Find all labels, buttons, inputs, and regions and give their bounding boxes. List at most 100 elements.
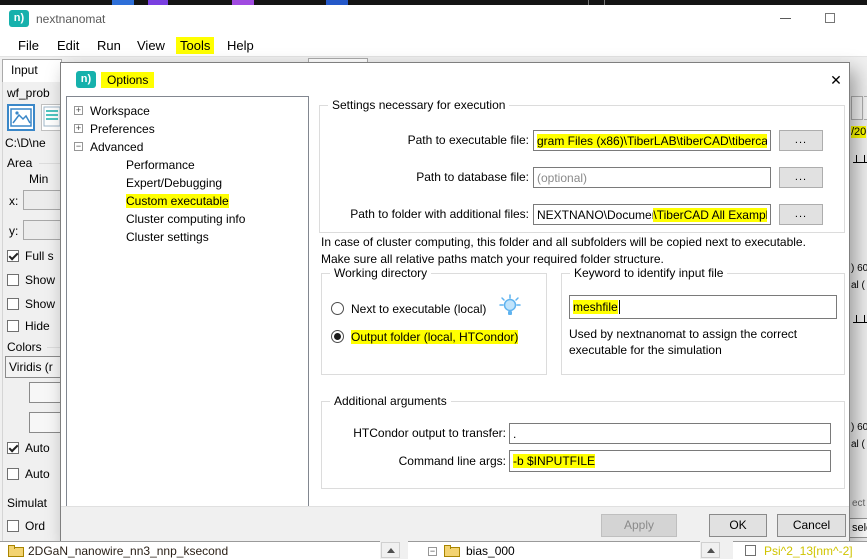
tree-item-preferences[interactable]: + Preferences (67, 121, 307, 138)
auto-checkbox-1[interactable] (7, 442, 19, 454)
working-directory-title: Working directory (330, 266, 431, 280)
document-glyph (42, 105, 62, 128)
scroll-up-icon[interactable] (381, 542, 400, 558)
options-tree: + Workspace + Preferences − Advanced Per… (66, 96, 309, 508)
toolbar-button-partial[interactable] (851, 96, 863, 120)
radio-output-folder-label[interactable]: Output folder (local, HTCondor) (351, 330, 518, 344)
colors-group-label: Colors (7, 340, 42, 354)
tree-item-label: Workspace (90, 104, 150, 118)
expand-icon[interactable]: + (74, 124, 83, 133)
image-view-icon[interactable] (7, 104, 35, 131)
collapse-icon[interactable]: − (428, 547, 437, 556)
tree-item-workspace[interactable]: + Workspace (67, 103, 307, 120)
output-check-row[interactable]: Psi^2_13[nm^-2] (733, 541, 867, 559)
menu-help[interactable]: Help (223, 37, 258, 54)
button-partial[interactable]: sele (848, 518, 867, 538)
axis-label-fragment: ) 60 (851, 263, 867, 274)
app-logo-icon: n) (9, 10, 29, 27)
scroll-up-icon[interactable] (701, 542, 720, 558)
tree-item-label-selected: Custom executable (126, 194, 229, 208)
htcondor-output-label: HTCondor output to transfer: (331, 426, 506, 440)
menu-run[interactable]: Run (93, 37, 125, 54)
close-icon[interactable]: ✕ (823, 69, 849, 91)
dialog-button-bar: Apply OK Cancel (61, 506, 849, 541)
additional-arguments-title: Additional arguments (330, 394, 451, 408)
additional-arguments-groupbox: Additional arguments (321, 401, 845, 489)
menu-view[interactable]: View (133, 37, 169, 54)
show-label-1: Show (25, 273, 55, 287)
radio-output-folder[interactable] (331, 330, 344, 343)
x-input[interactable] (23, 190, 63, 210)
tree-list-row[interactable]: − bias_000 (408, 541, 700, 559)
lightbulb-icon (499, 294, 521, 321)
order-checkbox[interactable] (7, 520, 19, 532)
dialog-title: Options (101, 72, 154, 88)
tab-input[interactable]: Input (2, 59, 62, 82)
menu-file[interactable]: File (14, 37, 43, 54)
tree-item-expert-debugging[interactable]: Expert/Debugging (67, 175, 307, 192)
footer-row: 2DGaN_nanowire_nn3_nnp_ksecond − bias_00… (0, 541, 867, 559)
tree-item-advanced[interactable]: − Advanced (67, 139, 307, 156)
exe-path-label: Path to executable file: (326, 133, 529, 147)
menu-edit[interactable]: Edit (53, 37, 83, 54)
hide-checkbox[interactable] (7, 320, 19, 332)
y-input[interactable] (23, 220, 63, 240)
browse-exe-button[interactable]: ... (779, 130, 823, 151)
color-max-input[interactable] (29, 412, 63, 433)
keyword-group-title: Keyword to identify input file (570, 266, 727, 280)
auto-label-2: Auto (25, 467, 50, 481)
color-min-input[interactable] (29, 382, 63, 403)
exe-path-input[interactable]: gram Files (x86)\TiberLAB\tiberCAD\tiber… (533, 130, 771, 151)
command-line-args-input[interactable]: -b $INPUTFILE (509, 450, 831, 472)
min-column-label: Min (29, 172, 48, 186)
folder-name: 2DGaN_nanowire_nn3_nnp_ksecond (28, 544, 228, 558)
full-scale-label: Full s (25, 249, 54, 263)
browse-folder-button[interactable]: ... (779, 204, 823, 225)
tree-item-custom-executable[interactable]: Custom executable (67, 193, 307, 210)
tree-item-label: Performance (126, 158, 195, 172)
hide-label: Hide (25, 319, 50, 333)
screen: n) nextnanomat File Edit Run View Tools … (0, 0, 867, 559)
menu-bar: File Edit Run View Tools Help (0, 33, 867, 57)
folder-icon (8, 545, 24, 557)
keyword-desc-line1: Used by nextnanomat to assign the correc… (569, 327, 797, 341)
command-line-args-value: -b $INPUTFILE (513, 454, 595, 468)
tree-item-label: Advanced (90, 140, 143, 154)
radio-next-to-executable-label[interactable]: Next to executable (local) (351, 302, 486, 316)
axis-label-fragment: ) 60 (851, 422, 867, 433)
axis-tick (856, 155, 857, 163)
htcondor-output-input[interactable]: . (509, 423, 831, 444)
ok-button[interactable]: OK (709, 514, 767, 537)
minimize-icon[interactable] (780, 18, 791, 19)
axis-label-fragment: al ( (851, 280, 865, 291)
menu-tools[interactable]: Tools (176, 37, 214, 54)
show-checkbox-2[interactable] (7, 298, 19, 310)
show-checkbox-1[interactable] (7, 274, 19, 286)
command-line-args-label: Command line args: (331, 454, 506, 468)
colormap-select[interactable]: Viridis (r (5, 356, 63, 378)
full-scale-checkbox[interactable] (7, 250, 19, 262)
tree-item-cluster-computing-info[interactable]: Cluster computing info (67, 211, 307, 228)
folder-path-input[interactable]: NEXTNANO\Documents\TiberCAD All Examples (533, 204, 771, 225)
simulation-group-label: Simulat (7, 496, 47, 510)
cluster-note-line1: In case of cluster computing, this folde… (321, 235, 806, 249)
auto-label-1: Auto (25, 441, 50, 455)
keyword-input[interactable]: meshfile (569, 295, 837, 319)
maximize-icon[interactable] (825, 13, 835, 23)
expand-icon[interactable]: + (74, 106, 83, 115)
tree-item-performance[interactable]: Performance (67, 157, 307, 174)
cancel-button[interactable]: Cancel (777, 514, 846, 537)
folder-path-label: Path to folder with additional files: (326, 207, 529, 221)
file-list-row[interactable]: 2DGaN_nanowire_nn3_nnp_ksecond (0, 541, 380, 559)
collapse-icon[interactable]: − (74, 142, 83, 151)
psi-checkbox[interactable] (745, 545, 756, 556)
browse-db-button[interactable]: ... (779, 167, 823, 188)
apply-button[interactable]: Apply (601, 514, 677, 537)
tree-item-cluster-settings[interactable]: Cluster settings (67, 229, 307, 246)
auto-checkbox-2[interactable] (7, 468, 19, 480)
show-label-2: Show (25, 297, 55, 311)
left-panel: wf_prob C:\D\ne Area Min x: y: Full s (2, 82, 60, 541)
radio-next-to-executable[interactable] (331, 302, 344, 315)
psi-label: Psi^2_13[nm^-2] (764, 544, 853, 558)
db-path-input[interactable]: (optional) (533, 167, 771, 188)
